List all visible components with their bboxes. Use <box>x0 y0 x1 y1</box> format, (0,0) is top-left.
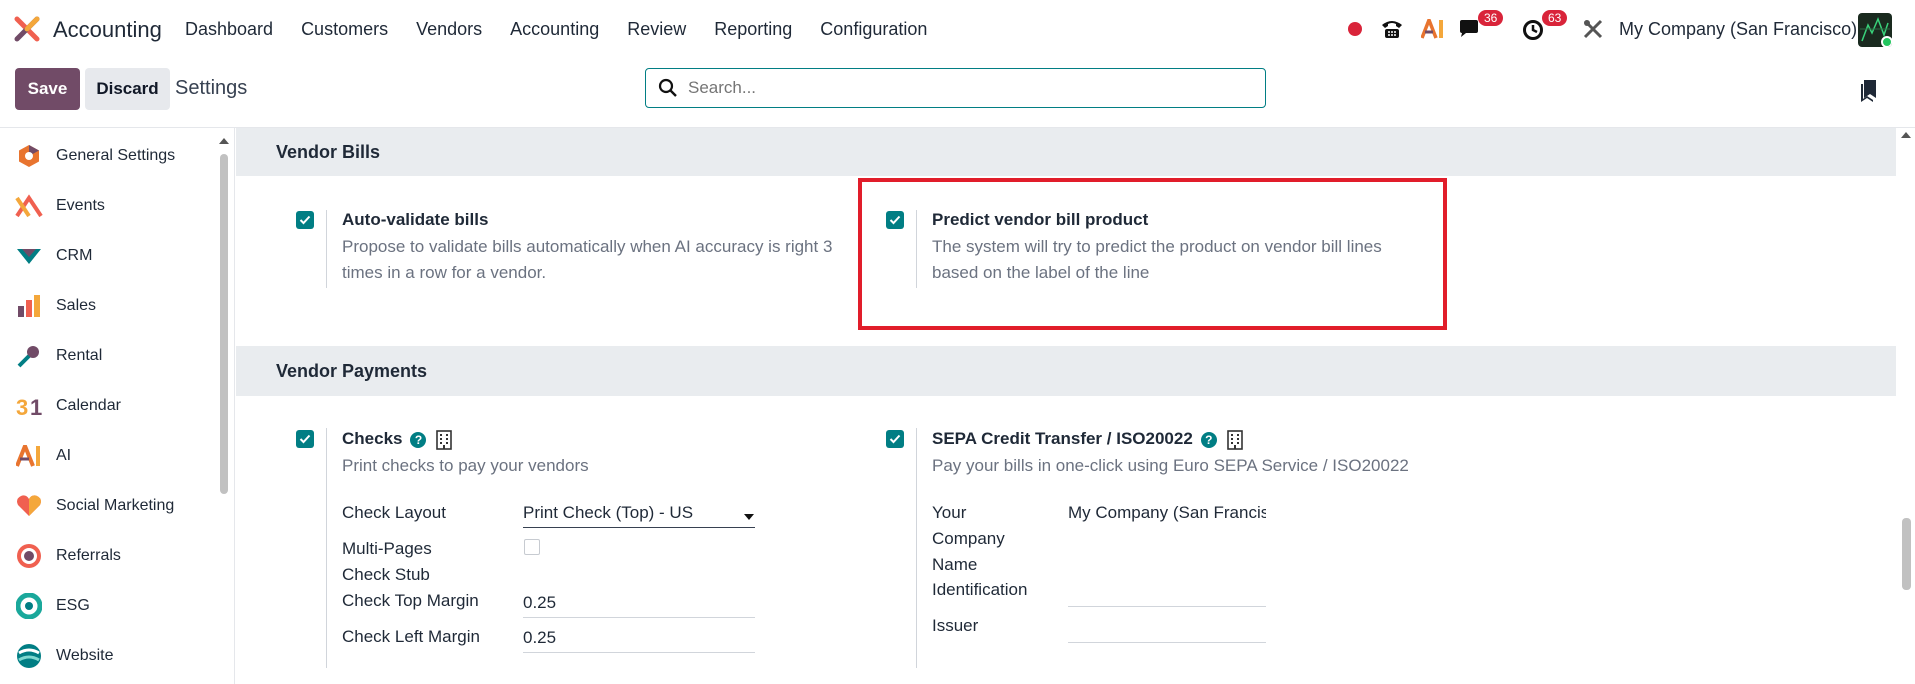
settings-content: Vendor Bills Auto-validate bills Propose… <box>236 128 1896 684</box>
check-layout-label: Check Layout <box>342 503 446 522</box>
predict-product-title: Predict vendor bill product <box>932 210 1149 229</box>
sidebar-item-general-settings[interactable]: General Settings <box>0 136 215 176</box>
chevron-down-icon[interactable] <box>744 514 754 520</box>
setting-divider <box>916 428 917 668</box>
sidebar-item-sales[interactable]: Sales <box>0 286 215 326</box>
auto-validate-title: Auto-validate bills <box>342 210 489 229</box>
menu-reporting[interactable]: Reporting <box>714 19 792 40</box>
sidebar-item-events[interactable]: Events <box>0 186 215 226</box>
sidebar-item-calendar[interactable]: 31 Calendar <box>0 386 215 426</box>
sidebar-item-ai[interactable]: AI <box>0 436 215 476</box>
company-switcher[interactable]: My Company (San Francisco) <box>1619 19 1857 40</box>
accounting-app-icon[interactable] <box>14 16 40 42</box>
general-settings-icon <box>15 142 43 170</box>
company-name-label-1: Your <box>932 503 967 522</box>
messages-icon[interactable]: 36 <box>1458 10 1504 46</box>
main-menu: Dashboard Customers Vendors Accounting R… <box>185 19 955 40</box>
bookmark-icon[interactable] <box>1860 80 1878 102</box>
check-left-margin-label: Check Left Margin <box>342 627 480 646</box>
checks-title: Checks <box>342 429 403 448</box>
menu-review[interactable]: Review <box>627 19 686 40</box>
social-marketing-icon <box>15 492 43 520</box>
issuer-label: Issuer <box>932 616 979 635</box>
svg-text:1: 1 <box>30 395 42 418</box>
sidebar-item-crm[interactable]: CRM <box>0 236 215 276</box>
help-icon[interactable]: ? <box>410 431 427 448</box>
activities-icon[interactable]: 63 <box>1522 10 1568 46</box>
check-top-margin-input[interactable]: 0.25 <box>523 593 556 613</box>
sidebar-item-social-marketing[interactable]: Social Marketing <box>0 486 215 526</box>
sidebar-scroll-thumb[interactable] <box>220 154 228 494</box>
svg-text:3: 3 <box>16 395 28 418</box>
search-bar[interactable] <box>645 68 1266 108</box>
check-layout-select[interactable]: Print Check (Top) - US <box>523 503 693 523</box>
sepa-title-row: SEPA Credit Transfer / ISO20022? <box>932 429 1243 450</box>
control-panel: Save Discard Settings <box>0 58 1915 128</box>
help-icon[interactable]: ? <box>1200 431 1217 448</box>
top-navbar: Accounting Dashboard Customers Vendors A… <box>0 0 1915 58</box>
check-stub-label: Check Stub <box>342 565 430 584</box>
sales-icon <box>15 292 43 320</box>
section-header-vendor-bills: Vendor Bills <box>236 128 1896 176</box>
menu-configuration[interactable]: Configuration <box>820 19 927 40</box>
app-name[interactable]: Accounting <box>53 17 162 43</box>
sidebar-item-website[interactable]: Website <box>0 636 215 676</box>
checks-description: Print checks to pay your vendors <box>342 456 589 475</box>
multi-pages-checkbox[interactable] <box>524 539 540 555</box>
main-scroll-thumb[interactable] <box>1902 518 1911 590</box>
sidebar-item-rental[interactable]: Rental <box>0 336 215 376</box>
sidebar-item-referrals[interactable]: Referrals <box>0 536 215 576</box>
save-button[interactable]: Save <box>15 68 80 110</box>
discard-button[interactable]: Discard <box>85 68 170 110</box>
check-left-margin-input[interactable]: 0.25 <box>523 628 556 648</box>
phone-icon[interactable] <box>1378 12 1406 46</box>
company-name-label-3: Name <box>932 555 978 574</box>
ai-sidebar-icon <box>15 442 43 470</box>
company-building-icon <box>436 429 453 450</box>
sepa-description: Pay your bills in one-click using Euro S… <box>932 456 1409 475</box>
esg-icon <box>15 592 43 620</box>
settings-tools-icon[interactable] <box>1580 12 1606 46</box>
messages-badge: 36 <box>1478 10 1504 26</box>
multi-pages-label: Multi-Pages <box>342 539 432 558</box>
identification-label: Identification <box>932 580 1028 599</box>
company-name-label-2: Company <box>932 529 1005 548</box>
menu-dashboard[interactable]: Dashboard <box>185 19 273 40</box>
search-input[interactable] <box>688 78 1248 98</box>
predict-product-description: The system will try to predict the produ… <box>932 237 1382 282</box>
search-icon <box>658 78 677 97</box>
settings-sidebar: General Settings Events CRM Sales Rental… <box>0 128 235 684</box>
checks-title-row: Checks? <box>342 429 453 450</box>
events-icon <box>15 192 43 220</box>
menu-vendors[interactable]: Vendors <box>416 19 482 40</box>
page-title: Settings <box>175 77 248 99</box>
sidebar-item-esg[interactable]: ESG <box>0 586 215 626</box>
user-avatar[interactable] <box>1858 13 1892 47</box>
menu-accounting[interactable]: Accounting <box>510 19 599 40</box>
setting-divider <box>326 210 327 288</box>
predict-product-checkbox[interactable] <box>886 211 904 229</box>
calendar-icon: 31 <box>15 392 43 420</box>
recording-indicator-icon[interactable] <box>1345 12 1365 46</box>
crm-icon <box>15 242 43 270</box>
sepa-title: SEPA Credit Transfer / ISO20022 <box>932 429 1193 448</box>
auto-validate-checkbox[interactable] <box>296 211 314 229</box>
company-building-icon <box>1226 429 1243 450</box>
section-header-vendor-payments: Vendor Payments <box>236 346 1896 396</box>
auto-validate-description: Propose to validate bills automatically … <box>342 237 833 282</box>
company-name-input[interactable]: My Company (San Francis <box>1068 503 1266 523</box>
website-icon <box>15 642 43 670</box>
setting-divider <box>326 428 327 668</box>
sepa-checkbox[interactable] <box>886 430 904 448</box>
activities-badge: 63 <box>1542 10 1568 26</box>
ai-icon[interactable] <box>1419 12 1447 46</box>
referrals-icon <box>15 542 43 570</box>
main-scrollbar[interactable] <box>1898 128 1914 684</box>
menu-customers[interactable]: Customers <box>301 19 388 40</box>
check-top-margin-label: Check Top Margin <box>342 591 479 610</box>
setting-divider <box>916 210 917 288</box>
checks-checkbox[interactable] <box>296 430 314 448</box>
rental-icon <box>15 342 43 370</box>
